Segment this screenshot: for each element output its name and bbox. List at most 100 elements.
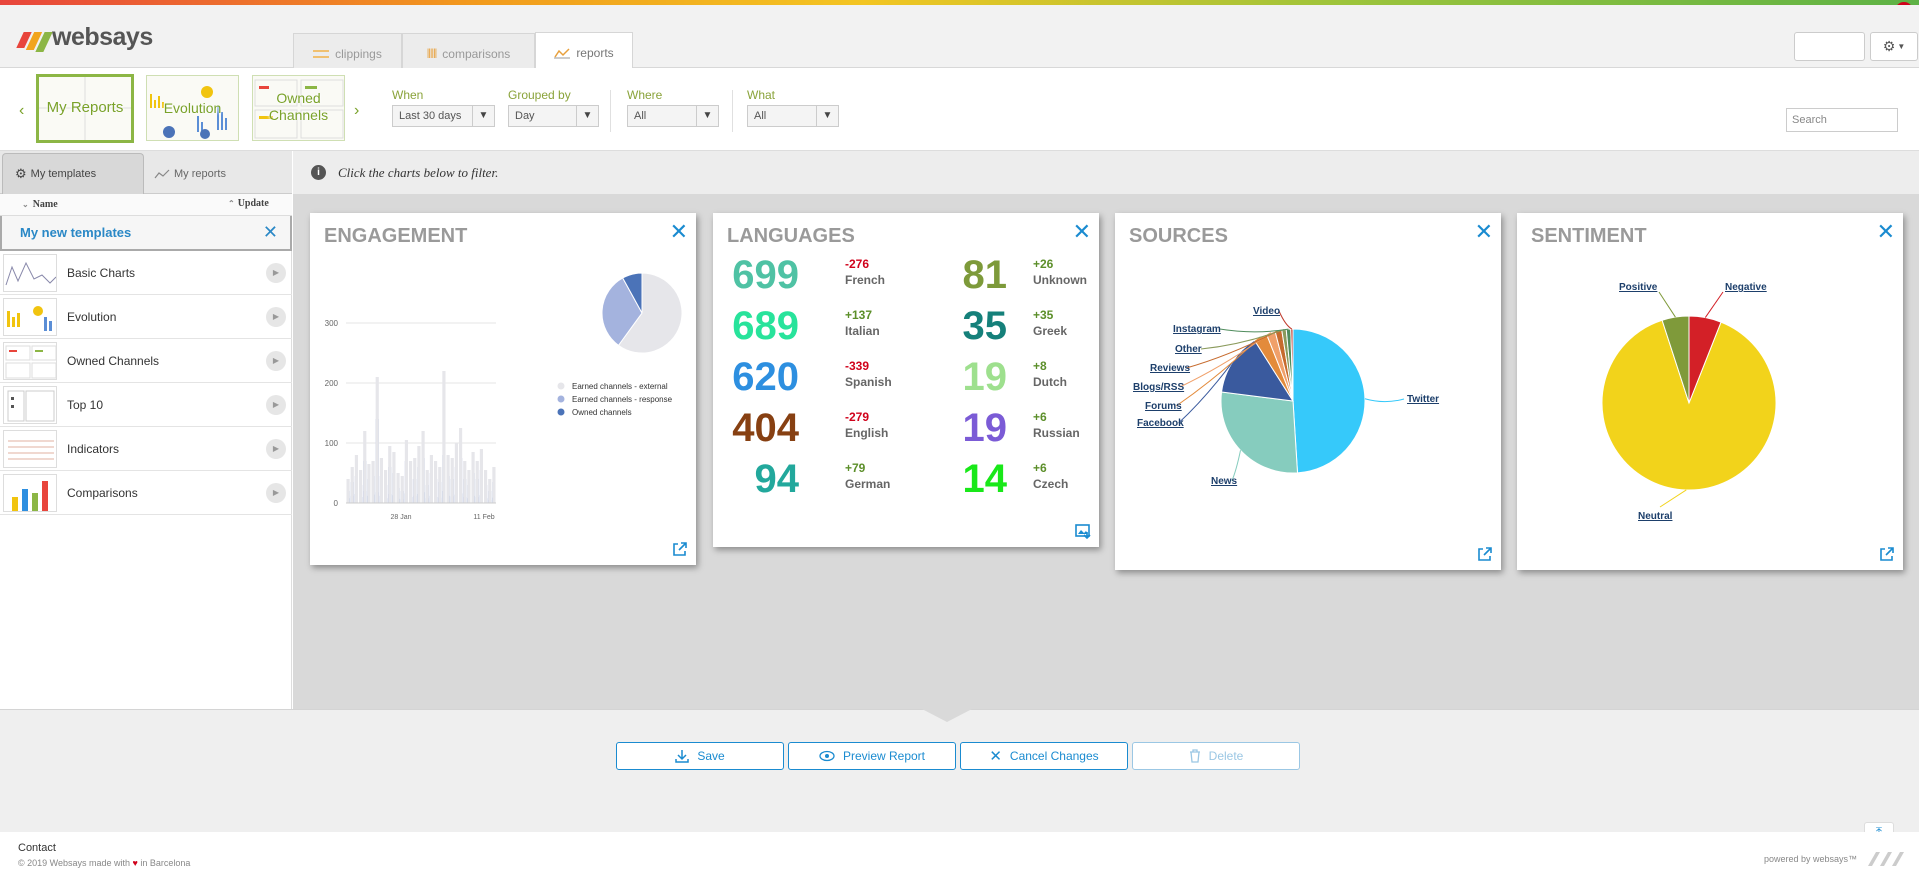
sort-update[interactable]: ⌃ Update: [228, 198, 269, 209]
engagement-bar: [359, 470, 363, 503]
sources-pie-chart[interactable]: Twitter News Facebook Forums Blogs/RSS Review…: [1115, 213, 1501, 570]
sort-name[interactable]: ⌄ Name: [22, 199, 58, 210]
sources-pie-slice[interactable]: [1292, 328, 1366, 474]
language-count: 94: [754, 457, 800, 501]
app-header: websays clippings |||||| comparisons rep…: [0, 5, 1919, 73]
slice-label[interactable]: Facebook: [1137, 418, 1184, 429]
where-select[interactable]: All ▼: [627, 105, 719, 127]
language-entry[interactable]: 404 -279 English: [713, 406, 903, 454]
play-icon[interactable]: ▶: [266, 394, 286, 415]
language-entry[interactable]: 94 +79 German: [713, 457, 903, 505]
language-name: Russian: [1033, 426, 1080, 440]
tab-my-reports[interactable]: My reports: [146, 153, 286, 194]
language-delta: +26: [1033, 257, 1054, 271]
save-button[interactable]: Save: [616, 742, 784, 770]
grouped-by-select[interactable]: Day ▼: [508, 105, 599, 127]
settings-button[interactable]: ⚙ ▼: [1870, 32, 1918, 61]
slice-label[interactable]: Forums: [1145, 401, 1182, 412]
what-select[interactable]: All ▼: [747, 105, 839, 127]
language-name: Dutch: [1033, 375, 1067, 389]
language-count: 689: [732, 304, 799, 348]
template-thumbnail: [3, 385, 57, 424]
language-entry[interactable]: 19 +8 Dutch: [903, 355, 1093, 403]
language-entry[interactable]: 620 -339 Spanish: [713, 355, 903, 403]
button-label: Preview Report: [842, 749, 926, 763]
slice-label[interactable]: Twitter: [1407, 394, 1439, 405]
sources-pie-slice[interactable]: [1220, 391, 1299, 474]
preview-report-button[interactable]: Preview Report: [788, 742, 956, 770]
language-entry[interactable]: 689 +137 Italian: [713, 304, 903, 352]
language-entry[interactable]: 81 +26 Unknown: [903, 253, 1093, 301]
action-bar: [0, 709, 1919, 832]
when-select[interactable]: Last 30 days ▼: [392, 105, 495, 127]
play-icon[interactable]: ▶: [266, 262, 286, 283]
engagement-card[interactable]: ENGAGEMENT ✕ 0 100 200 300 28 Jan 11 Feb Earne…: [310, 213, 696, 565]
external-link-icon[interactable]: [1879, 546, 1895, 562]
external-link-icon[interactable]: [672, 541, 688, 557]
slice-label[interactable]: Negative: [1725, 282, 1767, 293]
sources-card[interactable]: SOURCES ✕ Twitter News Facebook Forums Blogs…: [1115, 213, 1501, 570]
tab-reports[interactable]: reports: [535, 32, 633, 73]
play-icon[interactable]: ▶: [266, 482, 286, 503]
close-icon[interactable]: ✕: [1073, 219, 1091, 245]
reports-icon: [554, 48, 571, 59]
play-icon[interactable]: ▶: [266, 306, 286, 327]
slice-label[interactable]: Positive: [1619, 282, 1658, 293]
slice-label[interactable]: Reviews: [1150, 363, 1190, 374]
slice-label[interactable]: Blogs/RSS: [1133, 382, 1184, 393]
language-entry[interactable]: 14 +6 Czech: [903, 457, 1093, 505]
languages-card[interactable]: LANGUAGES ✕ 699 -276 French 81 +26 Unknown 689…: [713, 213, 1099, 547]
template-top-10[interactable]: Top 10 ▶: [0, 383, 292, 427]
websays-logo[interactable]: websays: [16, 23, 153, 52]
slice-label[interactable]: Neutral: [1638, 511, 1673, 522]
tab-label: clippings: [335, 46, 382, 61]
sentiment-pie-chart[interactable]: Neutral Positive Negative: [1517, 213, 1903, 570]
tab-my-templates[interactable]: ⚙ My templates: [2, 153, 144, 194]
y-tick-label: 100: [325, 439, 339, 448]
template-evolution[interactable]: Evolution ▶: [0, 295, 292, 339]
engagement-bar: [404, 440, 408, 503]
play-icon[interactable]: ▶: [266, 350, 286, 371]
slice-label[interactable]: Instagram: [1173, 324, 1221, 335]
engagement-bar: [492, 467, 496, 503]
language-name: Italian: [845, 324, 880, 338]
template-indicators[interactable]: Indicators ▶: [0, 427, 292, 471]
template-comparisons[interactable]: Comparisons ▶: [0, 471, 292, 515]
close-icon[interactable]: ✕: [263, 222, 278, 243]
leader-line: [1658, 291, 1676, 318]
language-entry[interactable]: 699 -276 French: [713, 253, 903, 301]
thumb-owned-channels[interactable]: Owned Channels: [252, 75, 345, 141]
thumb-my-reports[interactable]: My Reports: [36, 74, 134, 143]
sentiment-card[interactable]: SENTIMENT ✕ Neutral Positive Negative: [1517, 213, 1903, 570]
chevron-right-icon[interactable]: ›: [354, 102, 359, 120]
language-entry[interactable]: 19 +6 Russian: [903, 406, 1093, 454]
language-entry[interactable]: 35 +35 Greek: [903, 304, 1093, 352]
engagement-bar: [438, 467, 442, 503]
engagement-bar: [354, 455, 358, 503]
user-button[interactable]: [1794, 32, 1865, 61]
chevron-left-icon[interactable]: ‹: [19, 102, 24, 120]
contact-link[interactable]: Contact: [18, 842, 56, 854]
engagement-bar: [429, 455, 433, 503]
engagement-chart[interactable]: 0 100 200 300 28 Jan 11 Feb Earned channels - …: [310, 213, 696, 565]
slice-label[interactable]: Other: [1175, 344, 1202, 355]
template-thumbnail: [3, 473, 57, 512]
info-icon: i: [311, 165, 326, 180]
tab-clippings[interactable]: clippings: [293, 33, 402, 73]
cancel-changes-button[interactable]: ✕ Cancel Changes: [960, 742, 1128, 770]
search-input[interactable]: Search: [1786, 108, 1898, 132]
thumb-evolution[interactable]: Evolution: [146, 75, 239, 141]
col-name-label: Name: [32, 199, 58, 210]
chevron-down-icon: ⌄: [22, 200, 29, 209]
tab-comparisons[interactable]: |||||| comparisons: [402, 33, 535, 73]
gear-icon: ⚙: [15, 166, 27, 181]
slice-label[interactable]: Video: [1253, 306, 1280, 317]
external-link-icon[interactable]: [1477, 546, 1493, 562]
export-image-icon[interactable]: [1075, 523, 1091, 539]
play-icon[interactable]: ▶: [266, 438, 286, 459]
template-basic-charts[interactable]: Basic Charts ▶: [0, 251, 292, 295]
template-owned-channels[interactable]: Owned Channels ▶: [0, 339, 292, 383]
button-label: Delete: [1208, 749, 1244, 763]
slice-label[interactable]: News: [1211, 476, 1238, 487]
delete-button[interactable]: Delete: [1132, 742, 1300, 770]
